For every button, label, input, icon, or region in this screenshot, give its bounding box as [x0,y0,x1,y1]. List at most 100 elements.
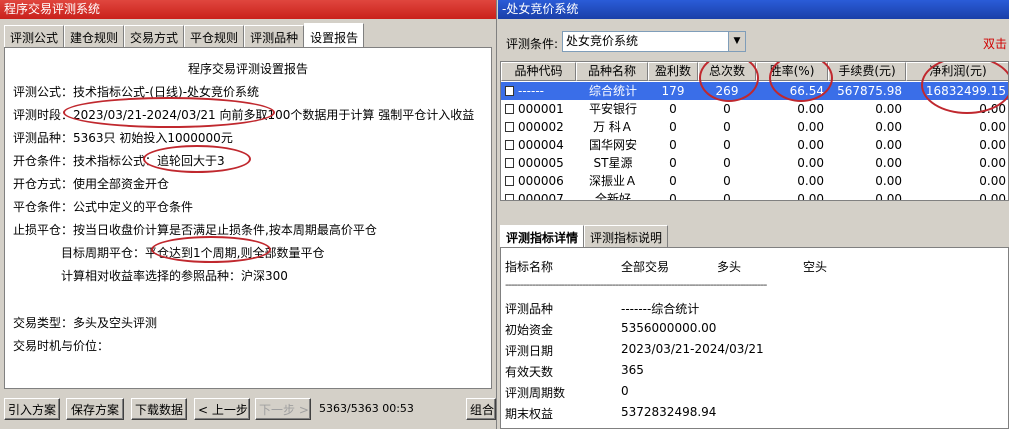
result-window: -处女竞价系统 评测条件: 处女竞价系统 ▼ 双击 品种代码 品种名称 盈利数 … [498,0,1009,429]
tab-metric-details[interactable]: 评测指标详情 [500,225,585,247]
detail-value: 0 [621,384,629,398]
download-data-button[interactable]: 下载数据 [131,398,187,420]
cell-net: 0.00 [979,138,1006,152]
cell-name: 万 科Ａ [593,120,633,134]
report-trade-type: 交易类型：多头及空头评测 [13,316,158,330]
detail-label: 评测品种 [505,302,554,316]
tab-trade-mode[interactable]: 交易方式 [124,25,185,47]
col-name[interactable]: 品种名称 [576,62,648,81]
cell-total: 0 [723,192,731,201]
detail-header-metric: 指标名称 [505,260,554,274]
row-checkbox[interactable] [505,104,514,114]
detail-divider: ----------------------------------------… [505,278,767,291]
cell-net: 16832499.15 [925,84,1006,98]
cell-name: 综合统计 [588,84,637,98]
table-row[interactable]: 000002 万 科Ａ 0 0 0.00 0.00 0.00 [501,118,1008,136]
detail-header-short: 空头 [803,260,828,274]
cell-name: 国华网安 [588,138,637,152]
detail-tabs: 评测指标详情 评测指标说明 [500,225,669,247]
row-checkbox[interactable] [505,158,514,168]
results-table: 品种代码 品种名称 盈利数 总次数 胜率(%) 手续费(元) 净利润(元) --… [500,61,1009,201]
cell-fee: 0.00 [875,174,902,188]
import-plan-button[interactable]: 引入方案 [4,398,60,420]
table-row[interactable]: 000006 深振业Ａ 0 0 0.00 0.00 0.00 [501,172,1008,190]
row-checkbox[interactable] [505,140,514,150]
cell-profit: 0 [669,192,677,201]
cell-profit: 0 [669,120,677,134]
cell-net: 0.00 [979,156,1006,170]
col-fee[interactable]: 手续费(元) [828,62,906,81]
detail-value: 2023/03/21-2024/03/21 [621,342,764,356]
cell-fee: 0.00 [875,120,902,134]
table-row[interactable]: 000007 全新好 0 0 0.00 0.00 0.00 [501,190,1008,201]
next-step-button[interactable]: 下一步 > [255,398,311,420]
report-variety: 评测品种：5363只 初始投入1000000元 [13,131,233,145]
combine-button[interactable]: 组合 [466,398,496,420]
tab-formula[interactable]: 评测公式 [4,25,65,47]
cell-win: 0.00 [797,102,824,116]
col-total[interactable]: 总次数 [698,62,756,81]
row-checkbox[interactable] [505,122,514,132]
detail-value: 5356000000.00 [621,321,717,335]
detail-header-long: 多头 [717,260,742,274]
condition-select[interactable]: 处女竞价系统 ▼ [562,31,746,52]
cell-profit: 0 [669,138,677,152]
cell-net: 0.00 [979,192,1006,201]
row-checkbox[interactable] [505,176,514,186]
double-click-hint: 双击 [982,37,1007,51]
detail-label: 评测日期 [505,344,554,358]
cell-code: ------ [505,82,573,100]
cell-fee: 0.00 [875,138,902,152]
detail-value: 365 [621,363,644,377]
report-trade-timing: 交易时机与价位： [13,339,110,353]
table-row[interactable]: ------ 综合统计 179 269 66.54 567875.98 16832499.1… [501,82,1008,100]
cell-total: 269 [715,84,739,98]
tab-metric-explanation[interactable]: 评测指标说明 [584,225,669,247]
cell-profit: 179 [661,84,685,98]
cell-win: 0.00 [797,138,824,152]
cell-fee: 567875.98 [837,84,902,98]
row-checkbox[interactable] [505,194,514,200]
cell-total: 0 [723,102,731,116]
cell-code: 000006 [505,172,573,190]
cell-profit: 0 [669,156,677,170]
detail-label: 初始资金 [505,323,554,337]
chevron-down-icon[interactable]: ▼ [728,32,745,51]
report-open-condition: 开仓条件：技术指标公式：追轮回大于3 [13,154,225,168]
report-formula: 评测公式：技术指标公式-(日线)-处女竞价系统 [13,85,260,99]
table-row[interactable]: 000001 平安银行 0 0 0.00 0.00 0.00 [501,100,1008,118]
cell-net: 0.00 [979,102,1006,116]
eval-system-window: 程序交易评测系统 评测公式 建仓规则 交易方式 平仓规则 评测品种 设置报告 程… [0,0,497,429]
cell-net: 0.00 [979,120,1006,134]
table-row[interactable]: 000004 国华网安 0 0 0.00 0.00 0.00 [501,136,1008,154]
report-period: 评测时段：2023/03/21-2024/03/21 向前多取100个数据用于计… [13,108,475,122]
cell-net: 0.00 [979,174,1006,188]
cell-profit: 0 [669,174,677,188]
cell-code: 000001 [505,100,573,118]
prev-step-button[interactable]: < 上一步 [194,398,250,420]
condition-label: 评测条件: [506,37,559,51]
cell-win: 66.54 [789,84,824,98]
save-plan-button[interactable]: 保存方案 [66,398,124,420]
cell-win: 0.00 [797,174,824,188]
col-profit[interactable]: 盈利数 [648,62,698,81]
detail-value: 5372832498.94 [621,405,717,419]
report-close-condition: 平仓条件：公式中定义的平仓条件 [13,200,194,214]
col-winrate[interactable]: 胜率(%) [756,62,828,81]
cell-profit: 0 [669,102,677,116]
cell-total: 0 [723,156,731,170]
col-net[interactable]: 净利润(元) [906,62,1008,81]
progress-status: 5363/5363 00:53 [319,402,414,415]
tab-varieties[interactable]: 评测品种 [244,25,305,47]
right-titlebar: -处女竞价系统 [498,0,1009,19]
table-header: 品种代码 品种名称 盈利数 总次数 胜率(%) 手续费(元) 净利润(元) [501,62,1008,81]
left-titlebar: 程序交易评测系统 [0,0,496,19]
col-code[interactable]: 品种代码 [501,62,576,81]
tab-open-rules[interactable]: 建仓规则 [64,25,125,47]
table-row[interactable]: 000005 ST星源 0 0 0.00 0.00 0.00 [501,154,1008,172]
cell-total: 0 [723,138,731,152]
cell-win: 0.00 [797,120,824,134]
row-checkbox[interactable] [505,86,514,96]
tab-close-rules[interactable]: 平仓规则 [184,25,245,47]
tab-report[interactable]: 设置报告 [304,23,365,47]
